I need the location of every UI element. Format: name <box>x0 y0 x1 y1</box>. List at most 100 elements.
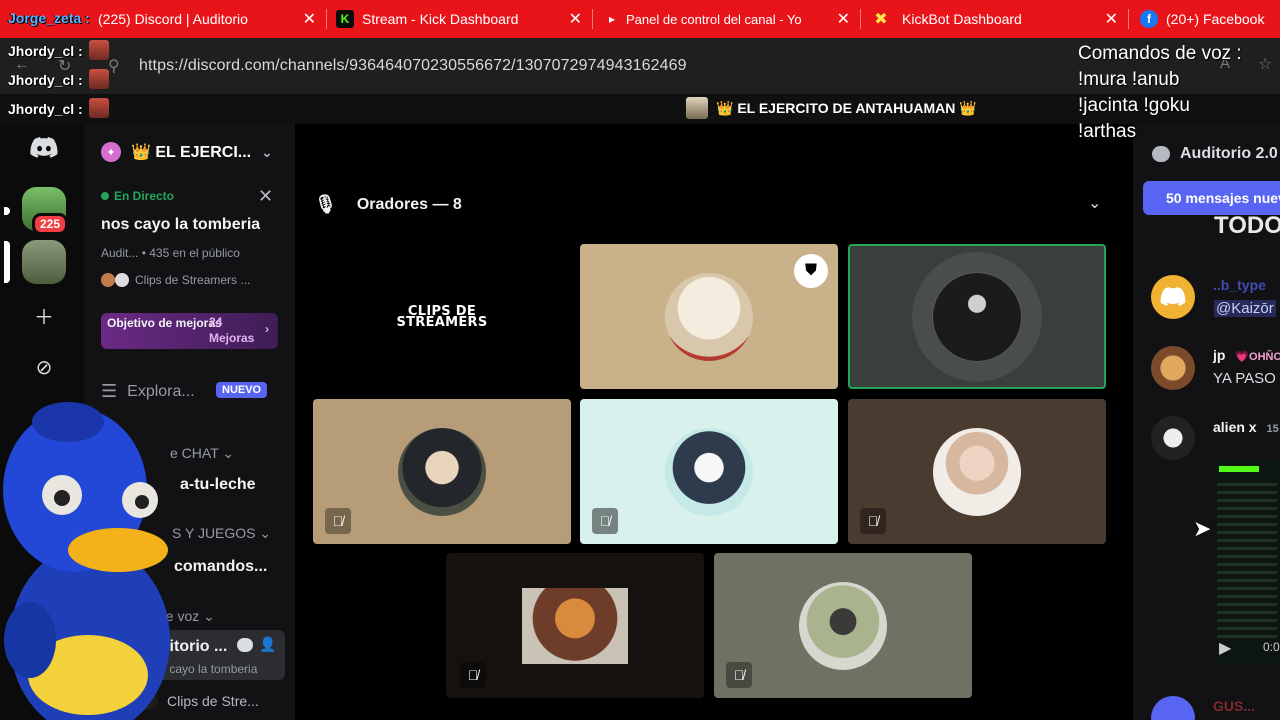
banner-avatar <box>686 97 708 119</box>
avatar <box>115 273 129 287</box>
live-stage-title[interactable]: nos cayo la tomberia <box>101 216 260 234</box>
overlay-chat-line: Jhordy_cl : <box>8 69 109 89</box>
compass-icon: ⊘ <box>35 356 53 379</box>
muted-mic-icon: 🎙̸ <box>860 508 886 534</box>
tab-title: (225) Discord | Auditorio <box>98 11 248 27</box>
speakers-header: 🎙 Oradores — 8 <box>314 194 462 215</box>
close-icon[interactable]: ✕ <box>258 186 273 207</box>
avatar[interactable] <box>1151 346 1195 390</box>
avatar[interactable] <box>1151 416 1195 460</box>
kickbot-icon: ✖ <box>874 11 888 28</box>
play-icon[interactable]: ▶ <box>1219 638 1231 658</box>
close-icon[interactable]: ✕ <box>293 9 316 29</box>
avatar <box>665 427 753 516</box>
message-text: TODO <box>1214 212 1280 239</box>
overlay-chat-line: Jorge_zeta : <box>8 10 90 26</box>
unread-badge: 225 <box>32 213 69 235</box>
channel-item[interactable]: a-tu-leche <box>180 476 256 494</box>
kick-icon: K <box>336 10 354 28</box>
chat-username[interactable]: alien x 15 <box>1213 419 1279 435</box>
chat-title: Auditorio 2.0 <box>1180 145 1278 162</box>
mention[interactable]: @Kaizōr <box>1214 300 1276 317</box>
kick-logo-bar <box>1219 466 1259 472</box>
chat-header: Auditorio 2.0 <box>1152 145 1278 163</box>
plus-icon: ＋ <box>34 306 54 329</box>
discover-button[interactable]: ⊘ <box>22 345 66 389</box>
tab-title: Panel de control del canal - Yo <box>626 11 802 27</box>
browser-tab-strip: (225) Discord | Auditorio ✕ K Stream - K… <box>0 0 1280 38</box>
tab-kickbot[interactable]: ✖ KickBot Dashboard ✕ <box>862 0 1128 38</box>
speaker-tile-speaking[interactable] <box>848 244 1106 389</box>
goal-count: 24 Mejoras <box>209 315 255 345</box>
avatar <box>665 272 753 361</box>
tab-youtube-studio[interactable]: ▸ Panel de control del canal - Yo ✕ <box>596 0 860 38</box>
add-server-button[interactable]: ＋ <box>22 293 66 337</box>
avatar <box>522 588 628 664</box>
chevron-right-icon: › <box>265 322 269 336</box>
tab-kick-dashboard[interactable]: K Stream - Kick Dashboard ✕ <box>326 0 592 38</box>
overlay-chat-line: Jhordy_cl : <box>8 40 109 60</box>
live-stage-speakers: Clips de Streamers ... <box>101 273 250 287</box>
close-icon[interactable]: ✕ <box>1095 9 1118 29</box>
message-text: YA PASO <box>1213 370 1276 387</box>
new-badge: NUEVO <box>216 382 268 398</box>
chat-username[interactable]: GUS... <box>1213 698 1255 714</box>
server-icon-active[interactable] <box>22 240 66 284</box>
chat-bubble-icon <box>1152 146 1170 162</box>
chat-username[interactable]: jp 💗OHÑO <box>1213 347 1280 363</box>
tab-title: (20+) Facebook <box>1166 11 1265 27</box>
speaker-tile-person[interactable]: 🎙̸ <box>714 553 972 698</box>
time-label: 0:0 <box>1263 640 1280 654</box>
channel-banner: 👑 EL EJERCITO DE ANTAHUAMAN 👑 <box>686 97 977 119</box>
site-info-icon[interactable]: ⚲ <box>108 56 120 76</box>
chat-bubble-icon[interactable] <box>237 638 253 652</box>
tab-discord[interactable]: (225) Discord | Auditorio ✕ <box>88 0 326 38</box>
avatar <box>101 273 115 287</box>
server-header[interactable]: ✦ 👑 EL EJERCI... ⌄ <box>101 142 273 162</box>
new-messages-bar[interactable]: 50 mensajes nuev <box>1143 181 1280 215</box>
emote-icon <box>88 40 109 60</box>
overlay-chat-line: Jhordy_cl : <box>8 98 109 118</box>
muted-mic-icon: 🎙̸ <box>460 662 486 688</box>
emote-icon <box>88 69 109 89</box>
chat-username[interactable]: ..b_type <box>1213 277 1266 293</box>
boost-goal-banner[interactable]: Objetivo de mejoras 24 Mejoras › <box>101 313 278 349</box>
speakers-count: Oradores — 8 <box>356 195 462 213</box>
invite-user-icon[interactable]: 👤 <box>259 636 276 653</box>
speaker-tile-penguin[interactable]: 🎙̸ <box>580 399 838 544</box>
url-input[interactable]: https://discord.com/channels/93646407023… <box>139 57 687 75</box>
chat-lines <box>1217 478 1277 638</box>
avatar <box>933 272 1021 361</box>
discord-icon <box>1160 287 1186 306</box>
penguin-mascot-image <box>3 402 170 720</box>
goal-label: Objetivo de mejoras <box>107 316 222 330</box>
avatar[interactable] <box>1151 275 1195 319</box>
server-name: 👑 EL EJERCI... <box>131 144 252 161</box>
discord-icon <box>30 137 58 158</box>
moderator-shield-icon: ⛊ <box>794 254 828 288</box>
close-icon[interactable]: ✕ <box>559 9 582 29</box>
speaker-tile-cat[interactable]: 🎙̸ <box>446 553 704 698</box>
voice-commands-overlay: Comandos de voz : !mura !anub !jacinta !… <box>1078 43 1242 142</box>
speaker-tile-girl[interactable]: 🎙̸ <box>848 399 1106 544</box>
discord-home-button[interactable] <box>22 126 66 170</box>
mouse-cursor-icon: ➤ <box>1193 516 1212 541</box>
chevron-down-icon: ⌄ <box>261 143 273 160</box>
boost-gem-icon: ✦ <box>101 142 121 162</box>
speaker-tile-anime[interactable]: 🎙̸ <box>313 399 571 544</box>
speaker-tile-dog[interactable]: ⛊ <box>580 244 838 389</box>
close-icon[interactable]: ✕ <box>827 9 850 29</box>
clips-streamers-logo: CLIPS DE STREAMERS <box>396 304 488 330</box>
emote-icon <box>88 98 109 118</box>
tab-facebook[interactable]: f (20+) Facebook <box>1130 0 1280 38</box>
speaker-tile-clips[interactable]: CLIPS DE STREAMERS <box>313 244 571 389</box>
chevron-down-icon[interactable]: ⌄ <box>1088 193 1101 213</box>
tab-title: Stream - Kick Dashboard <box>362 11 519 27</box>
stream-preview-image[interactable]: ▶ 0:0 <box>1213 460 1280 665</box>
active-server-pill <box>4 241 10 283</box>
avatar <box>398 427 486 516</box>
facebook-icon: f <box>1140 10 1158 28</box>
youtube-icon: ▸ <box>608 12 616 26</box>
tab-title: KickBot Dashboard <box>902 11 1022 27</box>
muted-mic-icon: 🎙̸ <box>325 508 351 534</box>
